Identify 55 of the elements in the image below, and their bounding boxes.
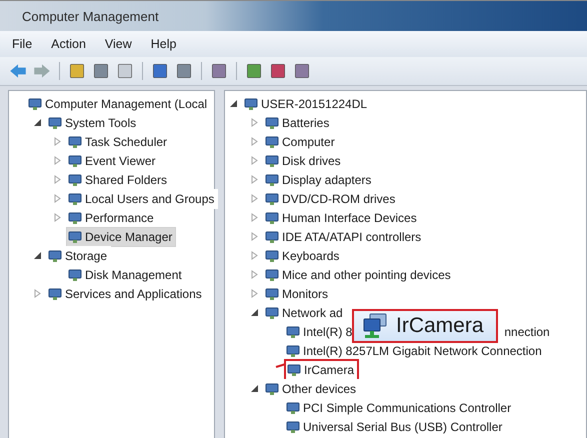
device-icon (265, 306, 279, 320)
device-icon (48, 248, 62, 262)
menu-item[interactable]: File (0, 37, 42, 51)
toolbar-icon[interactable] (244, 61, 264, 81)
toolbar-icon[interactable] (174, 61, 194, 81)
toolbar-icon[interactable] (67, 61, 87, 81)
expander-icon[interactable] (33, 251, 42, 260)
expander-icon[interactable] (250, 384, 259, 393)
device-icon (286, 420, 300, 434)
menu-item[interactable]: Action (41, 37, 95, 51)
callout-text: IrCamera (396, 314, 484, 338)
device-icon (68, 172, 82, 186)
device-icon (265, 116, 279, 130)
device-icon (244, 96, 258, 110)
device-icon (48, 286, 62, 300)
device-icon (68, 134, 82, 148)
device-icon (265, 192, 279, 206)
device-icon (265, 154, 279, 168)
expander-icon[interactable] (250, 308, 259, 317)
toolbar-icon[interactable] (292, 61, 312, 81)
network-adapter-icon (362, 313, 388, 339)
device-icon (48, 116, 62, 130)
device-icon (265, 134, 279, 148)
menu-item[interactable]: Help (140, 37, 186, 51)
device-icon (28, 96, 42, 110)
tree-item[interactable]: Device Manager (66, 226, 176, 246)
device-icon (265, 268, 279, 282)
device-icon (265, 172, 279, 186)
menu-item[interactable]: View (94, 37, 141, 51)
device-icon (68, 210, 82, 224)
device-icon (68, 192, 82, 206)
expander-icon[interactable] (33, 118, 42, 127)
expander-icon[interactable] (229, 99, 238, 108)
tree-item[interactable]: IrCamera (284, 358, 360, 380)
device-icon (287, 362, 301, 376)
device-icon (68, 268, 82, 282)
device-icon (68, 154, 82, 168)
device-icon (265, 286, 279, 300)
device-icon (265, 230, 279, 244)
toolbar-icon[interactable] (209, 61, 229, 81)
device-icon (286, 400, 300, 414)
device-icon (265, 210, 279, 224)
device-icon (265, 248, 279, 262)
window-title: Computer Management (22, 8, 159, 24)
label-fragment: nnection (504, 324, 550, 338)
toolbar-icon[interactable] (268, 61, 288, 81)
toolbar-icon[interactable] (91, 61, 111, 81)
toolbar-icon[interactable] (115, 61, 135, 81)
device-icon (265, 382, 279, 396)
device-icon (286, 344, 300, 358)
device-icon (68, 230, 82, 244)
toolbar-icon[interactable] (150, 61, 170, 81)
tree-item[interactable]: Storage (46, 246, 112, 266)
device-icon (286, 324, 300, 338)
tree-item[interactable]: Local Users and Groups (66, 188, 218, 208)
